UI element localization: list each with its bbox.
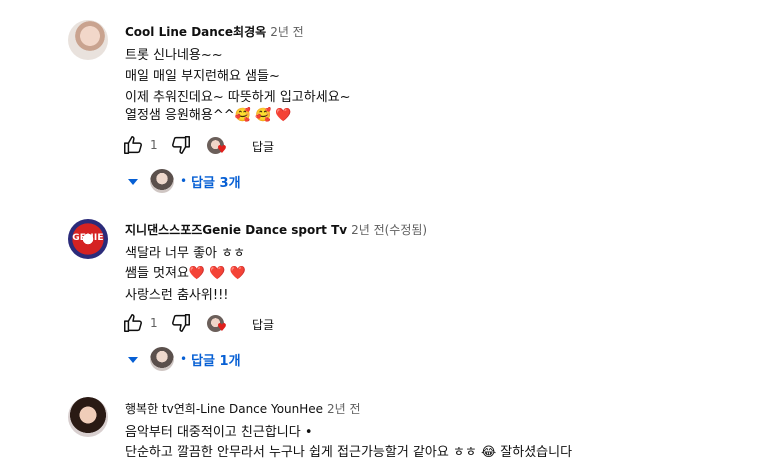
comment-text-line: 트롯 신나네용~~ (125, 48, 223, 63)
reply-button[interactable]: 답글 (252, 138, 274, 155)
like-button[interactable] (122, 312, 144, 334)
thumb-up-icon (124, 136, 142, 154)
comment-text-line: 사랑스런 춤사위!!! (125, 288, 229, 303)
dislike-button[interactable] (170, 134, 192, 156)
like-count: 1 (150, 138, 158, 152)
creator-avatar: ♥ (207, 137, 227, 156)
replies-count-label: 답글 3개 (191, 175, 241, 191)
author-name[interactable]: 행복한 tv연희-Line Dance YounHee (125, 402, 323, 416)
reply-avatar (150, 169, 174, 193)
comment-header: 행복한 tv연희-Line Dance YounHee 2년 전 (125, 400, 361, 417)
creator-heart: ♥ (207, 315, 227, 334)
thumb-up-icon (124, 314, 142, 332)
comment-text-line: 쌤들 멋져요❤️ ❤️ ❤️ (125, 266, 246, 281)
view-replies-button[interactable]: • 답글 1개 (128, 346, 241, 372)
comment-actions: 1 ♥ 답글 (122, 312, 422, 336)
reply-button[interactable]: 답글 (252, 316, 274, 333)
comment-header: Cool Line Dance최경옥 2년 전 (125, 23, 304, 40)
comment-header: 지니댄스스포즈Genie Dance sport Tv 2년 전(수정됨) (125, 221, 427, 238)
dislike-button[interactable] (170, 312, 192, 334)
author-avatar[interactable] (68, 397, 108, 437)
author-name[interactable]: Cool Line Dance최경옥 (125, 25, 266, 39)
thumb-down-icon (172, 314, 190, 332)
comment-time[interactable]: 2년 전 (270, 25, 304, 39)
separator-dot: • (180, 352, 188, 366)
caret-down-icon (128, 357, 138, 363)
creator-avatar: ♥ (207, 315, 227, 334)
comment-text-line: 열정샘 응원해용^^🥰 🥰 ❤️ (125, 108, 292, 123)
separator-dot: • (180, 174, 188, 188)
comment-time[interactable]: 2년 전(수정됨) (351, 223, 427, 237)
like-count: 1 (150, 316, 158, 330)
comment-text-line: 색달라 너무 좋아 ㅎㅎ (125, 246, 246, 261)
author-avatar[interactable]: GENIE (68, 219, 108, 259)
avatar-logo-text: GENIE (72, 233, 104, 243)
creator-heart-icon: ♥ (217, 321, 227, 334)
comment-time[interactable]: 2년 전 (327, 402, 361, 416)
comment-text-line: 단순하고 깔끔한 안무라서 누구나 쉽게 접근가능할거 같아요 ㅎㅎ 😂 잘하셨… (125, 445, 573, 460)
creator-heart-icon: ♥ (217, 143, 227, 156)
comment-text-line: 음악부터 대중적이고 친근합니다 • (125, 425, 313, 440)
like-button[interactable] (122, 134, 144, 156)
comment-text-line: 매일 매일 부지런해요 샘들~ (125, 69, 280, 84)
thumb-down-icon (172, 136, 190, 154)
comment-text-line: 이제 추워진데요~ 따뜻하게 입고하세요~ (125, 90, 351, 105)
comment-actions: 1 ♥ 답글 (122, 134, 422, 158)
creator-heart: ♥ (207, 137, 227, 156)
reply-avatar (150, 347, 174, 371)
view-replies-button[interactable]: • 답글 3개 (128, 168, 241, 194)
author-name[interactable]: 지니댄스스포즈Genie Dance sport Tv (125, 223, 347, 237)
caret-down-icon (128, 179, 138, 185)
replies-count-label: 답글 1개 (191, 353, 241, 369)
author-avatar[interactable] (68, 20, 108, 60)
